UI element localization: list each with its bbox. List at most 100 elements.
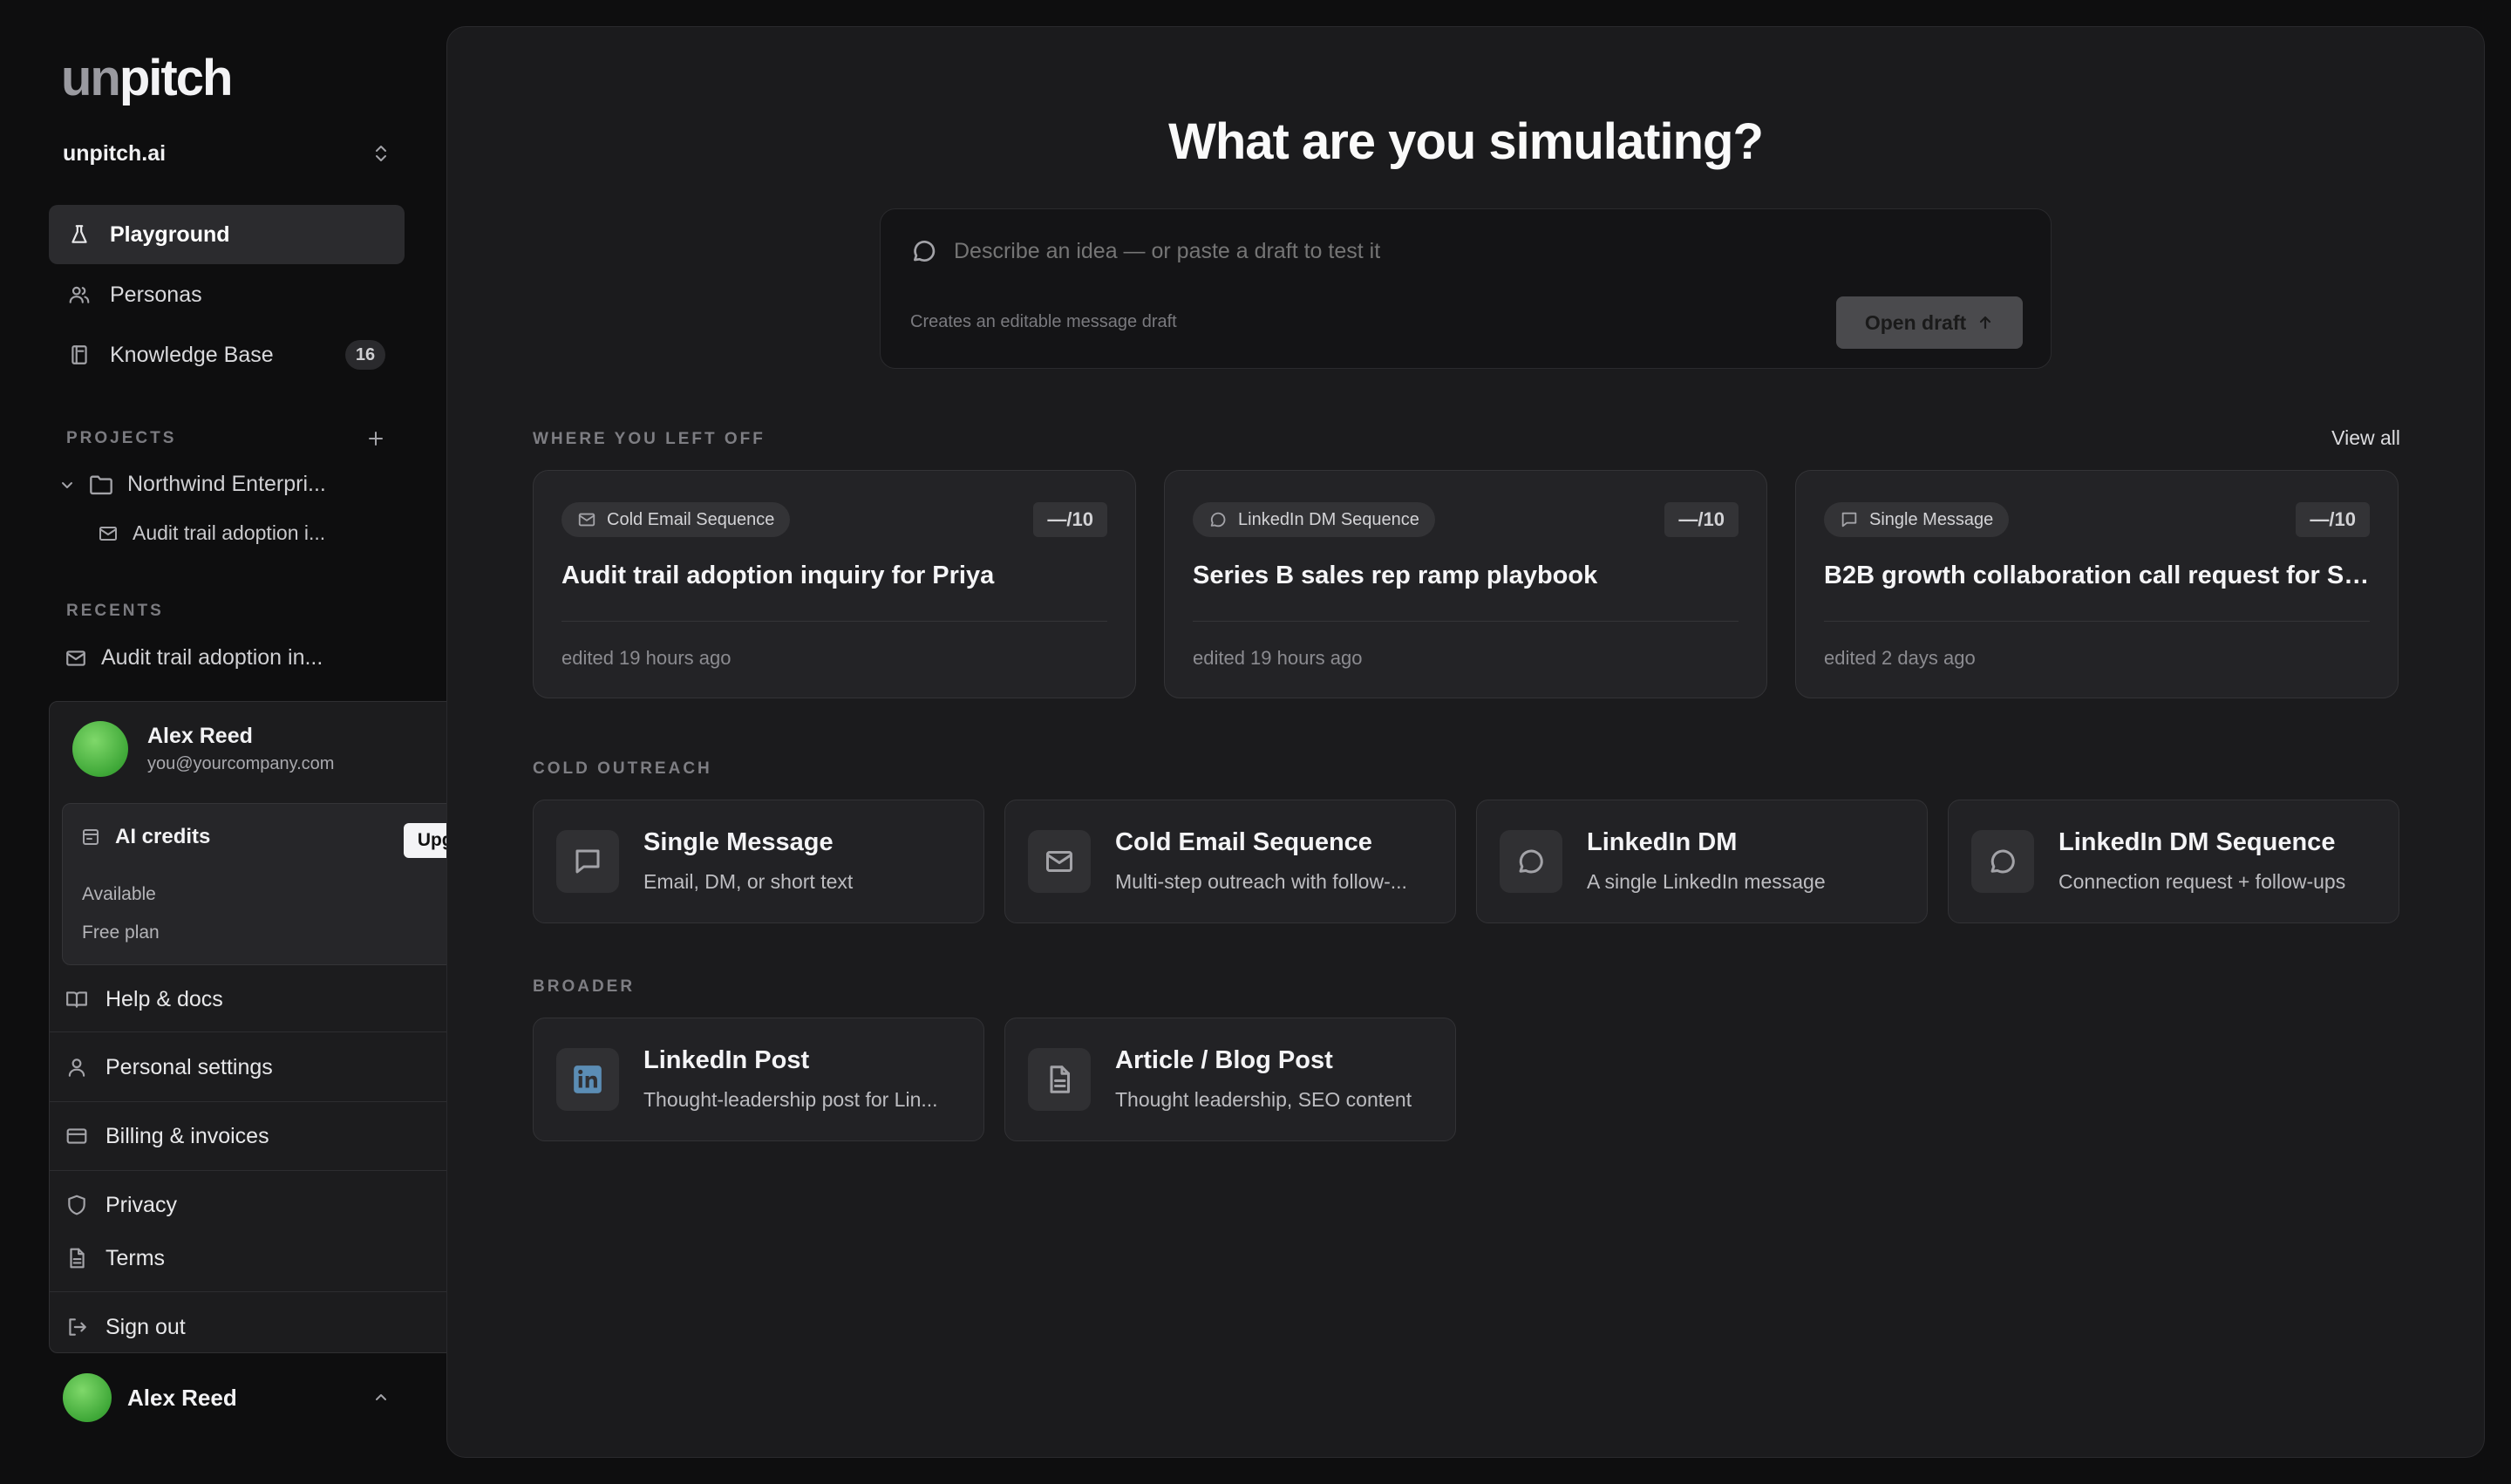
score-badge: —/10 (2296, 502, 2370, 537)
avatar (63, 1373, 112, 1422)
draft-title: Series B sales rep ramp playbook (1193, 562, 1598, 589)
recents-section-label: RECENTS (66, 602, 164, 620)
prompt-box: Creates an editable message draft Open d… (880, 208, 2052, 369)
view-all-link[interactable]: View all (2331, 426, 2400, 450)
sidebar: unpitch unpitch.ai Playground Personas K… (0, 0, 535, 1484)
nav-label: Personas (110, 282, 202, 307)
mail-icon (578, 513, 595, 527)
nav-label: Knowledge Base (110, 342, 274, 367)
score-badge: —/10 (1664, 502, 1739, 537)
project-child-label: Audit trail adoption i... (133, 521, 326, 544)
account-switcher[interactable]: Alex Reed (63, 1372, 391, 1423)
nav-playground[interactable]: Playground (49, 205, 405, 264)
draft-type-tag: Single Message (1824, 502, 2010, 537)
project-child-item[interactable]: Audit trail adoption i... (98, 521, 325, 545)
template-title: Article / Blog Post (1115, 1046, 1333, 1074)
template-icon-tile (556, 1048, 619, 1111)
main-panel: What are you simulating? Creates an edit… (446, 26, 2485, 1458)
account-name: Alex Reed (127, 1384, 237, 1411)
ai-credits-title: AI credits (80, 825, 210, 849)
draft-title: B2B growth collaboration call request fo… (1824, 562, 2370, 589)
template-title: LinkedIn DM (1587, 828, 1738, 856)
recent-draft-card[interactable]: Cold Email Sequence —/10 Audit trail ado… (533, 470, 1136, 698)
card-divider (1193, 621, 1739, 622)
chevron-up-down-icon (376, 146, 386, 161)
project-item-northwind[interactable]: Northwind Enterpri... (59, 472, 326, 497)
recent-item-label: Audit trail adoption in... (101, 645, 323, 670)
template-card-linkedin-dm-sequence[interactable]: LinkedIn DM Sequence Connection request … (1948, 800, 2399, 923)
plan-label: Free plan (82, 922, 160, 943)
mail-icon (1046, 851, 1072, 872)
where-you-left-off-label: WHERE YOU LEFT OFF (533, 430, 766, 448)
template-card-article-blog-post[interactable]: Article / Blog Post Thought leadership, … (1004, 1018, 1456, 1141)
template-card-cold-email-sequence[interactable]: Cold Email Sequence Multi-step outreach … (1004, 800, 1456, 923)
chevron-up-icon (376, 1394, 386, 1400)
project-name: Northwind Enterpri... (127, 472, 326, 496)
arrow-up-icon (1980, 316, 1991, 330)
prompt-input-row (910, 237, 1913, 265)
template-description: Multi-step outreach with follow-... (1115, 870, 1407, 893)
template-title: Cold Email Sequence (1115, 828, 1372, 856)
menu-user-header: Alex Reed you@yourcompany.com (72, 721, 334, 777)
book-open-icon (66, 991, 87, 1008)
template-title: LinkedIn Post (643, 1046, 810, 1074)
template-title: LinkedIn DM Sequence (2058, 828, 2336, 856)
user-icon (68, 1059, 85, 1077)
template-description: Connection request + follow-ups (2058, 870, 2346, 893)
card-divider (1824, 621, 2370, 622)
chat-bubble-icon (1990, 849, 2015, 874)
recent-draft-card[interactable]: Single Message —/10 B2B growth collabora… (1795, 470, 2399, 698)
chat-bubble-icon (914, 241, 936, 262)
template-icon-tile (1028, 1048, 1091, 1111)
credit-card-icon (66, 1128, 87, 1144)
prompt-input[interactable] (954, 238, 1913, 264)
flask-icon (71, 225, 87, 243)
recent-draft-card[interactable]: LinkedIn DM Sequence —/10 Series B sales… (1164, 470, 1767, 698)
template-description: Thought-leadership post for Lin... (643, 1088, 938, 1111)
document-icon (1050, 1065, 1070, 1093)
mail-icon (66, 650, 85, 666)
chevron-down-icon[interactable] (59, 477, 75, 493)
template-icon-tile (1500, 830, 1562, 893)
template-icon-tile (556, 830, 619, 893)
app-logo[interactable]: unpitch (61, 51, 233, 106)
template-description: Thought leadership, SEO content (1115, 1088, 1412, 1111)
card-divider (561, 621, 1107, 622)
add-project-icon[interactable] (366, 429, 385, 448)
template-icon-tile (1971, 830, 2034, 893)
avatar (72, 721, 128, 777)
template-description: A single LinkedIn message (1587, 870, 1826, 893)
draft-title: Audit trail adoption inquiry for Priya (561, 562, 995, 589)
nav-label: Playground (110, 221, 230, 247)
folder-icon (90, 475, 112, 494)
edited-timestamp: edited 19 hours ago (1193, 647, 1363, 669)
template-card-linkedin-post[interactable]: LinkedIn Post Thought-leadership post fo… (533, 1018, 984, 1141)
document-icon (70, 1248, 85, 1269)
projects-section-label: PROJECTS (66, 429, 177, 447)
recent-item[interactable]: Audit trail adoption in... (65, 645, 323, 671)
template-icon-tile (1028, 830, 1091, 893)
available-label: Available (82, 884, 156, 904)
message-square-icon (1841, 512, 1857, 528)
edited-timestamp: edited 2 days ago (1824, 647, 1976, 669)
workspace-name: unpitch.ai (63, 140, 167, 166)
cold-outreach-label: COLD OUTREACH (533, 759, 712, 778)
book-icon (71, 345, 87, 364)
users-icon (69, 286, 90, 303)
chat-bubble-icon (1210, 512, 1226, 528)
nav-personas[interactable]: Personas (49, 265, 405, 324)
nav-knowledge-base[interactable]: Knowledge Base 16 (49, 325, 405, 385)
open-draft-button[interactable]: Open draft (1836, 296, 2023, 349)
workspace-switcher[interactable]: unpitch.ai (63, 138, 391, 169)
knowledge-base-count-badge: 16 (345, 340, 385, 370)
menu-user-email: you@yourcompany.com (147, 754, 335, 773)
linkedin-icon (574, 1065, 602, 1093)
menu-user-name: Alex Reed (147, 724, 253, 748)
credit-card-icon (83, 829, 99, 845)
shield-icon (68, 1195, 85, 1215)
log-out-icon (69, 1318, 86, 1336)
mail-icon (99, 526, 117, 541)
template-card-linkedin-dm[interactable]: LinkedIn DM A single LinkedIn message (1476, 800, 1928, 923)
page-title: What are you simulating? (1168, 113, 1764, 170)
template-card-single-message[interactable]: Single Message Email, DM, or short text (533, 800, 984, 923)
